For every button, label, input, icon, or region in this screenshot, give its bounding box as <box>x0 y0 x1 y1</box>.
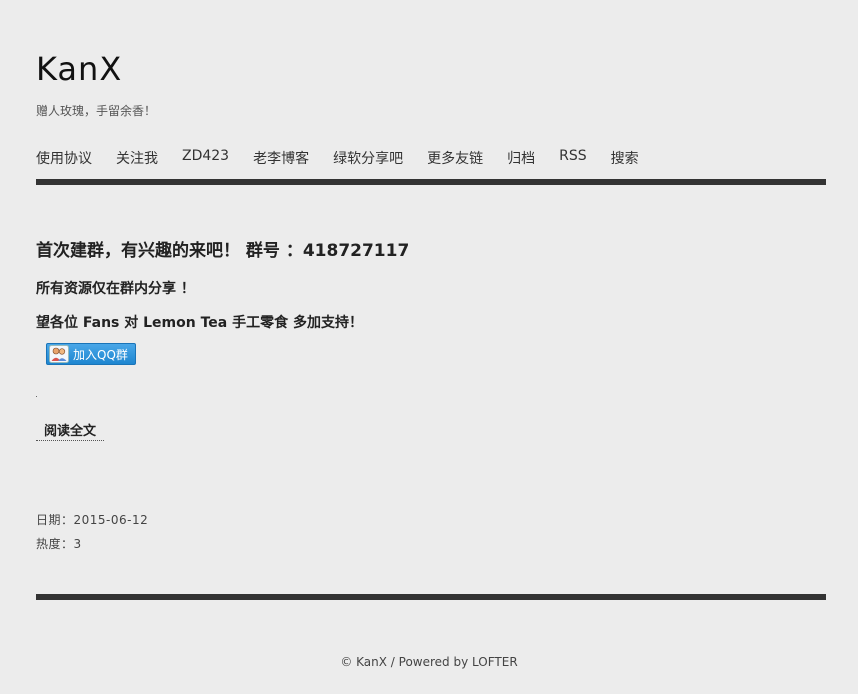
nav-item-zd423[interactable]: ZD423 <box>182 148 229 168</box>
nav-item-search[interactable]: 搜索 <box>611 148 639 168</box>
main-nav: 使用协议 关注我 ZD423 老李博客 绿软分享吧 更多友链 归档 RSS 搜索 <box>36 148 663 168</box>
post-date: 日期：2015-06-12 <box>36 513 149 527</box>
nav-item-laoli-blog[interactable]: 老李博客 <box>253 148 309 168</box>
footer-divider <box>36 594 826 600</box>
header-divider <box>36 179 826 185</box>
site-title[interactable]: KanX <box>36 50 122 88</box>
post-title[interactable]: 首次建群，有兴趣的来吧！ 群号 ：418727117 <box>36 236 409 261</box>
post-text-line: 望各位 Fans 对 Lemon Tea 手工零食 多加支持！ <box>36 315 363 331</box>
post-text-line: 所有资源仅在群内分享 ！ <box>36 281 195 297</box>
nav-item-more-links[interactable]: 更多友链 <box>427 148 483 168</box>
site-description: 赠人玫瑰，手留余香！ <box>36 104 157 118</box>
qq-group-icon <box>49 345 69 363</box>
nav-item-archive[interactable]: 归档 <box>507 148 535 168</box>
read-more-link[interactable]: 阅读全文 <box>36 418 105 441</box>
nav-item-lvruan[interactable]: 绿软分享吧 <box>333 148 403 168</box>
nav-item-rss[interactable]: RSS <box>559 148 587 168</box>
nav-item-follow[interactable]: 关注我 <box>116 148 158 168</box>
join-qq-group-label: 加入QQ群 <box>73 347 128 362</box>
post-heat: 热度：3 <box>36 537 82 551</box>
site-footer: © KanX / Powered by LOFTER <box>340 655 518 669</box>
join-qq-group-button[interactable]: 加入QQ群 <box>46 343 136 365</box>
separator-dot <box>36 396 37 397</box>
nav-item-terms[interactable]: 使用协议 <box>36 148 92 168</box>
